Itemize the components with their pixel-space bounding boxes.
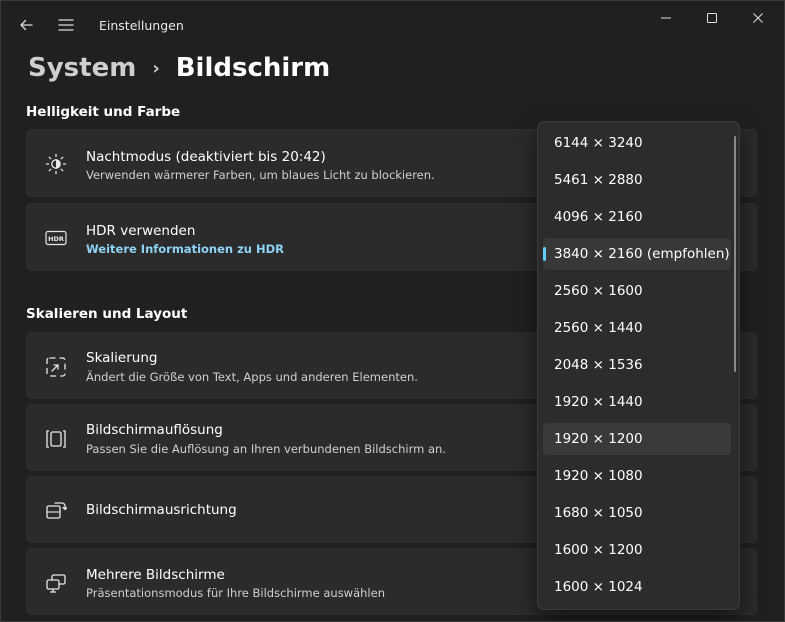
minimize-button[interactable] xyxy=(643,1,689,35)
section-title-layout: Skalieren und Layout xyxy=(26,306,188,322)
app-title: Einstellungen xyxy=(99,18,184,33)
orientation-icon xyxy=(44,499,68,523)
hamburger-menu-icon xyxy=(58,19,74,31)
resolution-option[interactable]: 1920 × 1440 xyxy=(543,386,731,418)
resolution-option[interactable]: 1680 × 1050 xyxy=(543,497,731,529)
resolution-option-label: 2048 × 1536 xyxy=(554,357,643,373)
hdr-icon: HDR xyxy=(44,226,68,250)
back-button[interactable] xyxy=(9,9,43,41)
resolution-option[interactable]: 1920 × 1080 xyxy=(543,460,731,492)
resolution-option-label: 6144 × 3240 xyxy=(554,135,643,151)
orientation-title: Bildschirmausrichtung xyxy=(86,502,237,518)
resolution-option[interactable]: 6144 × 3240 xyxy=(543,127,731,159)
scaling-subtitle: Ändert die Größe von Text, Apps und ande… xyxy=(86,370,418,384)
resolution-subtitle: Passen Sie die Auflösung an Ihren verbun… xyxy=(86,442,446,456)
navigation-menu-button[interactable] xyxy=(49,9,83,41)
hdr-info-link[interactable]: Weitere Informationen zu HDR xyxy=(86,242,284,256)
resolution-option[interactable]: 1600 × 1200 xyxy=(543,534,731,566)
multiple-displays-title: Mehrere Bildschirme xyxy=(86,567,225,583)
multiple-displays-subtitle: Präsentationsmodus für Ihre Bildschirme … xyxy=(86,586,385,600)
resolution-option-label: 5461 × 2880 xyxy=(554,172,643,188)
resolution-option[interactable]: 1600 × 1024 xyxy=(543,571,731,603)
minimize-icon xyxy=(661,17,671,19)
resolution-option-label: 1920 × 1440 xyxy=(554,394,643,410)
maximize-icon xyxy=(707,13,717,23)
resolution-option[interactable]: 2560 × 1440 xyxy=(543,312,731,344)
scaling-title: Skalierung xyxy=(86,350,158,366)
back-arrow-icon xyxy=(20,19,33,31)
breadcrumb-separator: › xyxy=(152,57,160,79)
resolution-option-label: 4096 × 2160 xyxy=(554,209,643,225)
resolution-icon xyxy=(44,427,68,451)
breadcrumb-parent-system[interactable]: System xyxy=(28,53,136,83)
selected-indicator xyxy=(543,247,546,261)
section-title-brightness: Helligkeit und Farbe xyxy=(26,104,181,120)
scale-icon xyxy=(44,355,68,379)
resolution-option-label: 3840 × 2160 (empfohlen) xyxy=(554,246,730,262)
resolution-option-label: 1600 × 1024 xyxy=(554,579,643,595)
resolution-title: Bildschirmauflösung xyxy=(86,422,223,438)
page-title: Bildschirm xyxy=(175,53,331,83)
close-button[interactable] xyxy=(735,1,781,35)
resolution-option-label: 1920 × 1200 xyxy=(554,431,643,447)
multiple-displays-icon xyxy=(44,571,68,595)
svg-text:HDR: HDR xyxy=(48,235,64,243)
maximize-button[interactable] xyxy=(689,1,735,35)
settings-window: Einstellungen System › Bildschirm Hellig… xyxy=(0,0,785,622)
close-icon xyxy=(753,13,763,23)
dropdown-scrollbar[interactable] xyxy=(734,136,736,372)
resolution-option[interactable]: 4096 × 2160 xyxy=(543,201,731,233)
resolution-dropdown-list[interactable]: 6144 × 3240 5461 × 2880 4096 × 2160 3840 × … xyxy=(537,121,740,610)
resolution-option[interactable]: 2560 × 1600 xyxy=(543,275,731,307)
hdr-title: HDR verwenden xyxy=(86,223,196,239)
resolution-option-label: 1920 × 1080 xyxy=(554,468,643,484)
brightness-icon xyxy=(44,152,68,176)
title-bar: Einstellungen xyxy=(1,1,784,49)
resolution-option-label: 1680 × 1050 xyxy=(554,505,643,521)
resolution-option[interactable]: 3840 × 2160 (empfohlen) xyxy=(543,238,731,270)
breadcrumb: System › Bildschirm xyxy=(28,49,330,87)
resolution-option-label: 2560 × 1440 xyxy=(554,320,643,336)
resolution-option[interactable]: 2048 × 1536 xyxy=(543,349,731,381)
resolution-option-label: 2560 × 1600 xyxy=(554,283,643,299)
night-light-title: Nachtmodus (deaktiviert bis 20:42) xyxy=(86,149,326,165)
resolution-option[interactable]: 1920 × 1200 xyxy=(543,423,731,455)
night-light-subtitle: Verwenden wärmerer Farben, um blaues Lic… xyxy=(86,168,435,182)
resolution-option-label: 1600 × 1200 xyxy=(554,542,643,558)
resolution-option[interactable]: 5461 × 2880 xyxy=(543,164,731,196)
